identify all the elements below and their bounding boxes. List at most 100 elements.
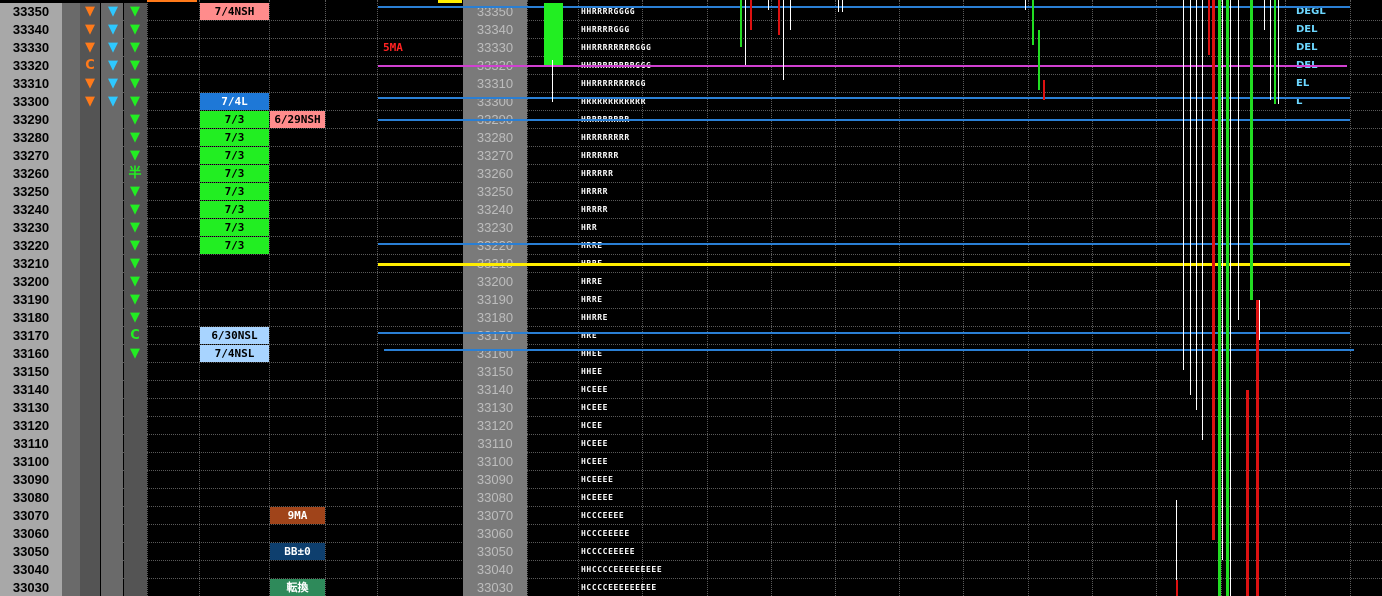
price-cell[interactable]: 33240 (0, 201, 62, 219)
price-row[interactable]: 33150 (0, 363, 1382, 381)
indicator-slot (80, 399, 100, 417)
price-cell[interactable]: 33310 (0, 75, 62, 93)
indicator-slot (101, 273, 123, 291)
price-cell[interactable]: 33350 (0, 3, 62, 21)
indicator-slot (80, 291, 100, 309)
indicator-slot (80, 111, 100, 129)
price-row[interactable]: 33310 ▼ ▼ ▼ (0, 75, 1382, 93)
indicator-slot (124, 489, 147, 507)
price-cell[interactable]: 33080 (0, 489, 62, 507)
level-tag[interactable]: 6/30NSL (200, 327, 269, 344)
price-cell[interactable]: 33210 (0, 255, 62, 273)
price-cell[interactable]: 33170 (0, 327, 62, 345)
right-price-label: 33160 (476, 346, 514, 361)
tpo-letters: HHEE (581, 367, 603, 376)
down-triangle-icon: ▼ (130, 310, 140, 325)
right-price-label: 33180 (476, 310, 514, 325)
price-cell[interactable]: 33070 (0, 507, 62, 525)
price-cell[interactable]: 33180 (0, 309, 62, 327)
indicator-slot (80, 273, 100, 291)
price-cell[interactable]: 33200 (0, 273, 62, 291)
order-board: 33350 ▼ ▼ ▼ 33340 ▼ ▼ ▼ 33330 ▼ ▼ ▼ 33320 C ▼ ▼ 33310 ▼ ▼ ▼… (0, 0, 1382, 596)
price-bar (1264, 0, 1265, 30)
price-row[interactable]: 33100 (0, 453, 1382, 471)
price-cell[interactable]: 33160 (0, 345, 62, 363)
price-row[interactable]: 33060 (0, 525, 1382, 543)
price-row[interactable]: 33130 (0, 399, 1382, 417)
price-cell[interactable]: 33030 (0, 579, 62, 596)
price-cell[interactable]: 33050 (0, 543, 62, 561)
level-tag[interactable]: 6/29NSH (270, 111, 325, 128)
down-triangle-icon: ▼ (108, 22, 118, 37)
price-cell[interactable]: 33290 (0, 111, 62, 129)
price-cell[interactable]: 33040 (0, 561, 62, 579)
level-tag[interactable]: 7/3 (200, 165, 269, 182)
column-divider (377, 0, 379, 596)
price-row[interactable]: 33340 ▼ ▼ ▼ (0, 21, 1382, 39)
level-tag[interactable]: 7/3 (200, 183, 269, 200)
indicator-slot (62, 273, 80, 291)
price-cell[interactable]: 33130 (0, 399, 62, 417)
price-cell[interactable]: 33260 (0, 165, 62, 183)
price-cell[interactable]: 33250 (0, 183, 62, 201)
level-tag[interactable]: 7/4NSH (200, 3, 269, 20)
level-tag[interactable]: 7/3 (200, 237, 269, 254)
price-cell[interactable]: 33090 (0, 471, 62, 489)
level-tag[interactable]: 7/3 (200, 201, 269, 218)
indicator-slot (62, 327, 80, 345)
price-cell[interactable]: 33340 (0, 21, 62, 39)
level-tag[interactable]: 7/3 (200, 111, 269, 128)
price-row[interactable]: 33050 (0, 543, 1382, 561)
price-row[interactable]: 33110 (0, 435, 1382, 453)
price-row[interactable]: 33040 (0, 561, 1382, 579)
price-cell[interactable]: 33150 (0, 363, 62, 381)
price-cell[interactable]: 33110 (0, 435, 62, 453)
price-row[interactable]: 33030 (0, 579, 1382, 596)
price-row[interactable]: 33080 (0, 489, 1382, 507)
down-triangle-icon: ▼ (85, 94, 95, 109)
right-price-label: 33080 (476, 490, 514, 505)
indicator-slot (101, 291, 123, 309)
indicator-slot (101, 183, 123, 201)
indicator-slot (101, 435, 123, 453)
level-tag[interactable]: 7/3 (200, 147, 269, 164)
price-cell[interactable]: 33330 (0, 39, 62, 57)
right-price-label: 33130 (476, 400, 514, 415)
price-row[interactable]: 33120 (0, 417, 1382, 435)
level-tag[interactable]: 7/4L (200, 93, 269, 110)
down-triangle-icon: ▼ (108, 40, 118, 55)
price-row[interactable]: 33200 ▼ (0, 273, 1382, 291)
level-tag[interactable]: 7/3 (200, 219, 269, 236)
down-triangle-icon: ▼ (108, 58, 118, 73)
top-strip (147, 0, 197, 2)
level-tag[interactable]: BB±0 (270, 543, 325, 560)
price-cell[interactable]: 33140 (0, 381, 62, 399)
level-tag[interactable]: 転換 (270, 579, 325, 596)
price-row[interactable]: 33090 (0, 471, 1382, 489)
price-cell[interactable]: 33230 (0, 219, 62, 237)
price-row[interactable]: 33180 ▼ (0, 309, 1382, 327)
price-row[interactable]: 33330 ▼ ▼ ▼ (0, 39, 1382, 57)
price-row[interactable]: 33070 (0, 507, 1382, 525)
indicator-slot (62, 489, 80, 507)
price-cell[interactable]: 33270 (0, 147, 62, 165)
price-row[interactable]: 33190 ▼ (0, 291, 1382, 309)
price-cell[interactable]: 33220 (0, 237, 62, 255)
price-cell[interactable]: 33120 (0, 417, 62, 435)
price-cell[interactable]: 33060 (0, 525, 62, 543)
price-cell[interactable]: 33100 (0, 453, 62, 471)
indicator-slot (62, 399, 80, 417)
down-triangle-icon: ▼ (130, 22, 140, 37)
price-cell[interactable]: 33190 (0, 291, 62, 309)
indicator-slot (80, 435, 100, 453)
price-cell[interactable]: 33280 (0, 129, 62, 147)
level-line (378, 6, 1350, 8)
price-cell[interactable]: 33300 (0, 93, 62, 111)
level-tag[interactable]: 9MA (270, 507, 325, 524)
price-cell[interactable]: 33320 (0, 57, 62, 75)
level-tag[interactable]: 7/4NSL (200, 345, 269, 362)
level-tag[interactable]: 7/3 (200, 129, 269, 146)
price-row[interactable]: 33140 (0, 381, 1382, 399)
indicator-slot (62, 471, 80, 489)
indicator-slot (80, 381, 100, 399)
